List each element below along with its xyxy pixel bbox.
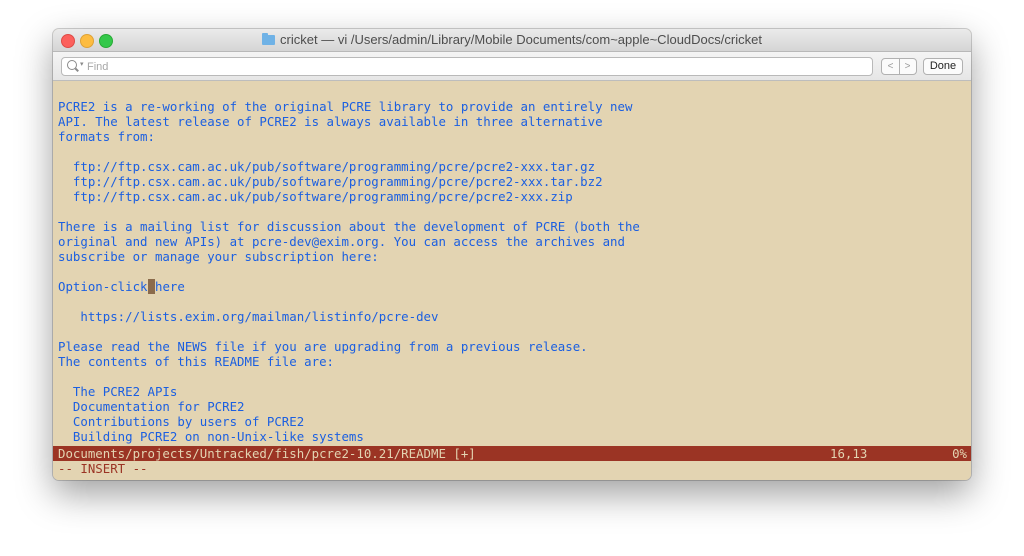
mode-indicator: -- INSERT -- xyxy=(58,461,148,476)
search-field[interactable]: ▾ xyxy=(61,57,873,76)
vi-editor[interactable]: PCRE2 is a re-working of the original PC… xyxy=(53,81,971,480)
text-line: Please read the NEWS file if you are upg… xyxy=(58,339,588,354)
text-line: There is a mailing list for discussion a… xyxy=(58,219,640,234)
cursor-line-after: here xyxy=(155,279,185,294)
text-line: formats from: xyxy=(58,129,155,144)
terminal-window: cricket — vi /Users/admin/Library/Mobile… xyxy=(53,29,971,480)
text-line: API. The latest release of PCRE2 is alwa… xyxy=(58,114,603,129)
window-title-text: cricket — vi /Users/admin/Library/Mobile… xyxy=(280,32,762,47)
text-line: PCRE2 is a re-working of the original PC… xyxy=(58,99,633,114)
text-line: Building PCRE2 on non-Unix-like systems xyxy=(58,429,364,444)
search-icon[interactable] xyxy=(67,60,77,70)
search-input[interactable] xyxy=(87,58,857,75)
text-line: subscribe or manage your subscription he… xyxy=(58,249,379,264)
status-cursor-position: 16,13 xyxy=(830,446,868,461)
text-cursor xyxy=(147,279,155,294)
text-line: ftp://ftp.csx.cam.ac.uk/pub/software/pro… xyxy=(58,174,603,189)
find-next-button[interactable]: > xyxy=(899,59,916,74)
text-line: https://lists.exim.org/mailman/listinfo/… xyxy=(58,309,439,324)
status-file-path: Documents/projects/Untracked/fish/pcre2-… xyxy=(58,446,476,461)
status-scroll-percent: 0% xyxy=(952,446,967,461)
text-line: The PCRE2 APIs xyxy=(58,384,178,399)
status-line: Documents/projects/Untracked/fish/pcre2-… xyxy=(53,446,971,461)
folder-icon xyxy=(262,33,276,45)
text-line: Documentation for PCRE2 xyxy=(58,399,245,414)
text-line: ftp://ftp.csx.cam.ac.uk/pub/software/pro… xyxy=(58,159,596,174)
text-line: ftp://ftp.csx.cam.ac.uk/pub/software/pro… xyxy=(58,189,573,204)
text-line: The contents of this README file are: xyxy=(58,354,335,369)
find-navigation: < > xyxy=(881,58,917,75)
title-bar[interactable]: cricket — vi /Users/admin/Library/Mobile… xyxy=(53,29,971,52)
text-line: Contributions by users of PCRE2 xyxy=(58,414,305,429)
find-previous-button[interactable]: < xyxy=(882,59,900,74)
window-title: cricket — vi /Users/admin/Library/Mobile… xyxy=(53,32,971,47)
done-button[interactable]: Done xyxy=(923,58,963,75)
text-line: original and new APIs) at pcre-dev@exim.… xyxy=(58,234,625,249)
cursor-line: Option-click here xyxy=(58,279,185,294)
cursor-line-before: Option-click xyxy=(58,279,148,294)
search-options-chevron-icon[interactable]: ▾ xyxy=(80,60,84,68)
find-bar: ▾ < > Done xyxy=(53,52,971,81)
